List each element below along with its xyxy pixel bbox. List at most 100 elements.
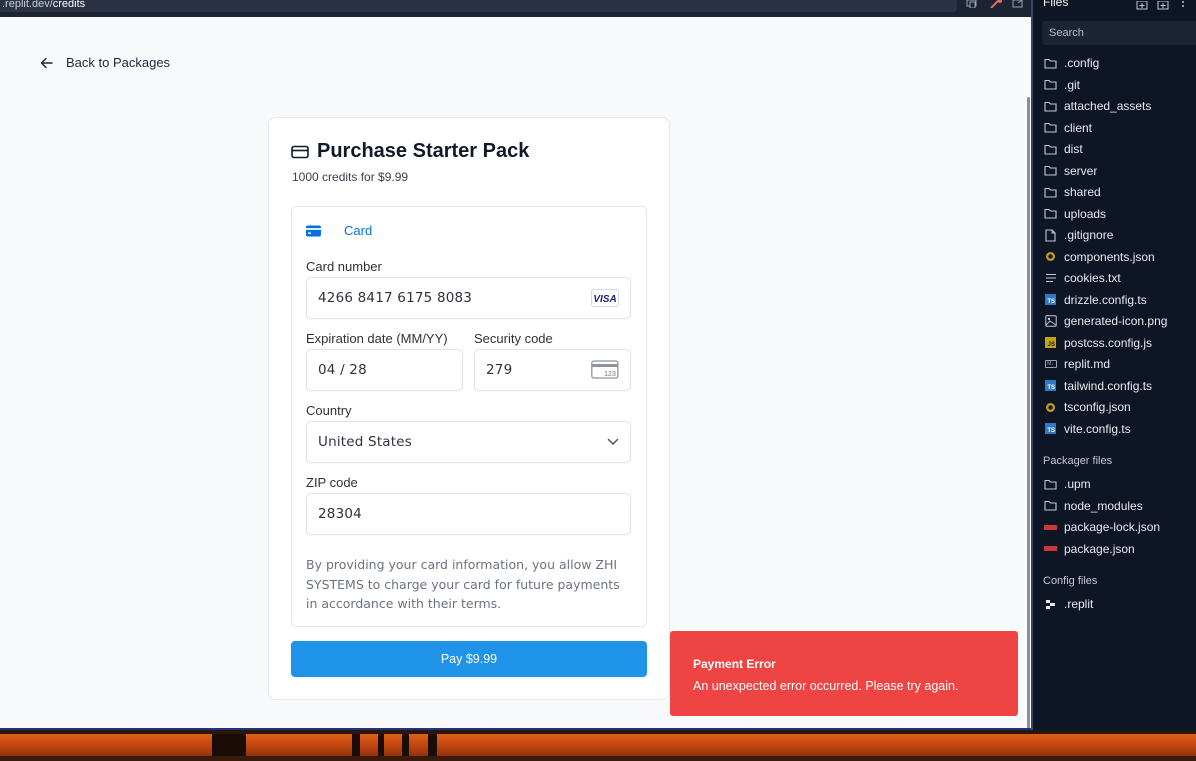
folder-icon <box>1044 164 1057 177</box>
browser-url-bar: .replit.dev/credits <box>0 0 1032 17</box>
file-tree-item-gitignore[interactable]: .gitignore <box>1044 226 1113 244</box>
file-tree-item-label: tailwind.config.ts <box>1064 378 1153 393</box>
devices-icon[interactable] <box>965 0 979 10</box>
file-tree-item-vite-config-ts[interactable]: TS vite.config.ts <box>1044 420 1131 438</box>
url-field[interactable]: .replit.dev/credits <box>0 0 957 12</box>
cvc-label: Security code <box>474 331 553 346</box>
svg-text:123: 123 <box>604 371 616 378</box>
file-tree-item-label: generated-icon.png <box>1064 314 1168 328</box>
file-tree-item-label: node_modules <box>1064 498 1143 513</box>
typescript-icon: TS <box>1044 422 1057 435</box>
card-number-value: 4266 8417 6175 8083 <box>318 290 473 306</box>
payment-element: Card Card number 4266 8417 6175 8083 VIS… <box>291 206 647 627</box>
file-tree-item-generated-icon-png[interactable]: generated-icon.png <box>1044 312 1167 330</box>
javascript-icon: JS <box>1044 336 1057 349</box>
file-tree-item-client[interactable]: client <box>1044 119 1092 137</box>
file-tree-item-label: server <box>1064 163 1098 178</box>
purchase-subtitle: 1000 credits for $9.99 <box>292 170 409 184</box>
country-select[interactable]: United States <box>306 421 631 463</box>
url-path: credits <box>52 0 86 10</box>
file-tree-item-uploads[interactable]: uploads <box>1044 205 1106 223</box>
folder-icon <box>1044 478 1057 491</box>
file-tree-item-postcss-config-js[interactable]: JS postcss.config.js <box>1044 334 1152 352</box>
file-tree-item-tsconfig-json[interactable]: tsconfig.json <box>1044 398 1131 416</box>
purchase-card: Purchase Starter Pack 1000 credits for $… <box>268 117 670 700</box>
cvc-input[interactable]: 279 123 <box>474 349 631 391</box>
folder-icon <box>1044 499 1057 512</box>
file-tree-item-replit-md[interactable]: M↓ replit.md <box>1044 355 1110 373</box>
markdown-icon: M↓ <box>1044 358 1057 371</box>
file-tree-item-server[interactable]: server <box>1044 162 1097 180</box>
file-tree-item-label: tsconfig.json <box>1064 400 1131 414</box>
expiry-label: Expiration date (MM/YY) <box>306 331 448 346</box>
file-tree-item-label: postcss.config.js <box>1064 335 1153 350</box>
devtools-icon[interactable] <box>989 0 1003 10</box>
page-scrollbar[interactable] <box>1027 97 1030 730</box>
title-text: Purchase Starter Pack <box>317 140 530 162</box>
files-pane: Files Search .config .git attached_assets c… <box>1033 0 1196 730</box>
country-label: Country <box>306 403 352 418</box>
file-tree-item-label: cookies.txt <box>1064 271 1121 285</box>
file-tree-item-label: .gitignore <box>1064 228 1114 242</box>
new-file-icon[interactable] <box>1136 0 1148 10</box>
text-file-icon <box>1044 272 1057 285</box>
tab-card[interactable]: Card <box>306 223 372 238</box>
folder-icon <box>1044 143 1057 156</box>
file-tree-item-label: components.json <box>1064 249 1155 264</box>
file-tree-item-label: package-lock.json <box>1064 520 1161 534</box>
toast-title: Payment Error <box>693 657 776 671</box>
file-tree-item-dist[interactable]: dist <box>1044 140 1083 158</box>
purchase-title: Purchase Starter Pack <box>291 140 529 163</box>
back-to-packages-link[interactable]: Back to Packages <box>40 55 170 70</box>
expiry-input[interactable]: 04 / 28 <box>306 349 463 391</box>
chevron-down-icon <box>607 438 619 446</box>
file-tree-item-upm[interactable]: .upm <box>1044 475 1091 493</box>
file-tree-item-node-modules[interactable]: node_modules <box>1044 497 1143 515</box>
open-new-tab-icon[interactable] <box>1011 0 1025 10</box>
pay-button[interactable]: Pay $9.99 <box>291 641 647 677</box>
npm-icon <box>1044 542 1057 555</box>
zip-input[interactable]: 28304 <box>306 493 631 535</box>
folder-icon <box>1044 186 1057 199</box>
card-brand-text: VISA <box>593 294 616 305</box>
config-files-heading: Config files <box>1043 575 1098 587</box>
toast-message: An unexpected error occurred. Please try… <box>693 679 959 693</box>
error-toast: Payment Error An unexpected error occurr… <box>670 631 1018 716</box>
file-tree-item-attached-assets[interactable]: attached_assets <box>1044 97 1151 115</box>
file-tree-item-tailwind-config-ts[interactable]: TS tailwind.config.ts <box>1044 377 1152 395</box>
file-tree-item-label: .upm <box>1064 477 1091 491</box>
file-tree-item-components-json[interactable]: components.json <box>1044 248 1155 266</box>
file-tree-item-label: drizzle.config.ts <box>1064 292 1147 307</box>
json-icon <box>1044 250 1057 263</box>
files-search-input[interactable]: Search <box>1042 21 1196 45</box>
json-icon <box>1044 401 1057 414</box>
folder-icon <box>1044 207 1057 220</box>
file-tree-item-git[interactable]: .git <box>1044 76 1080 94</box>
card-number-input[interactable]: 4266 8417 6175 8083 VISA <box>306 277 631 319</box>
more-options-icon[interactable] <box>1180 0 1192 8</box>
file-tree-item-label: uploads <box>1064 206 1107 221</box>
file-tree-item-label: dist <box>1064 142 1083 156</box>
cvc-card-icon: 123 <box>591 360 619 380</box>
file-tree-item-label: .replit <box>1064 597 1094 611</box>
zip-value: 28304 <box>318 506 362 522</box>
file-tree-item-label: .config <box>1064 56 1100 70</box>
packager-files-heading: Packager files <box>1043 455 1113 467</box>
file-tree-item-package-lock-json[interactable]: package-lock.json <box>1044 518 1160 536</box>
visa-icon: VISA <box>591 289 619 307</box>
arrow-left-icon <box>40 57 53 68</box>
file-tree-item-config[interactable]: .config <box>1044 54 1099 72</box>
card-tab-icon <box>306 225 321 236</box>
new-folder-icon[interactable] <box>1157 0 1169 10</box>
file-tree-item-replit[interactable]: .replit <box>1044 595 1093 613</box>
file-tree-item-package-json[interactable]: package.json <box>1044 540 1135 558</box>
card-number-label: Card number <box>306 259 382 274</box>
npm-icon <box>1044 521 1057 534</box>
file-tree-item-cookies-txt[interactable]: cookies.txt <box>1044 269 1121 287</box>
file-tree-item-shared[interactable]: shared <box>1044 183 1101 201</box>
file-tree-item-drizzle-config-ts[interactable]: TS drizzle.config.ts <box>1044 291 1147 309</box>
folder-icon <box>1044 78 1057 91</box>
country-value: United States <box>318 434 413 450</box>
card-tab-label: Card <box>344 223 373 238</box>
file-tree-item-label: .git <box>1064 77 1081 92</box>
